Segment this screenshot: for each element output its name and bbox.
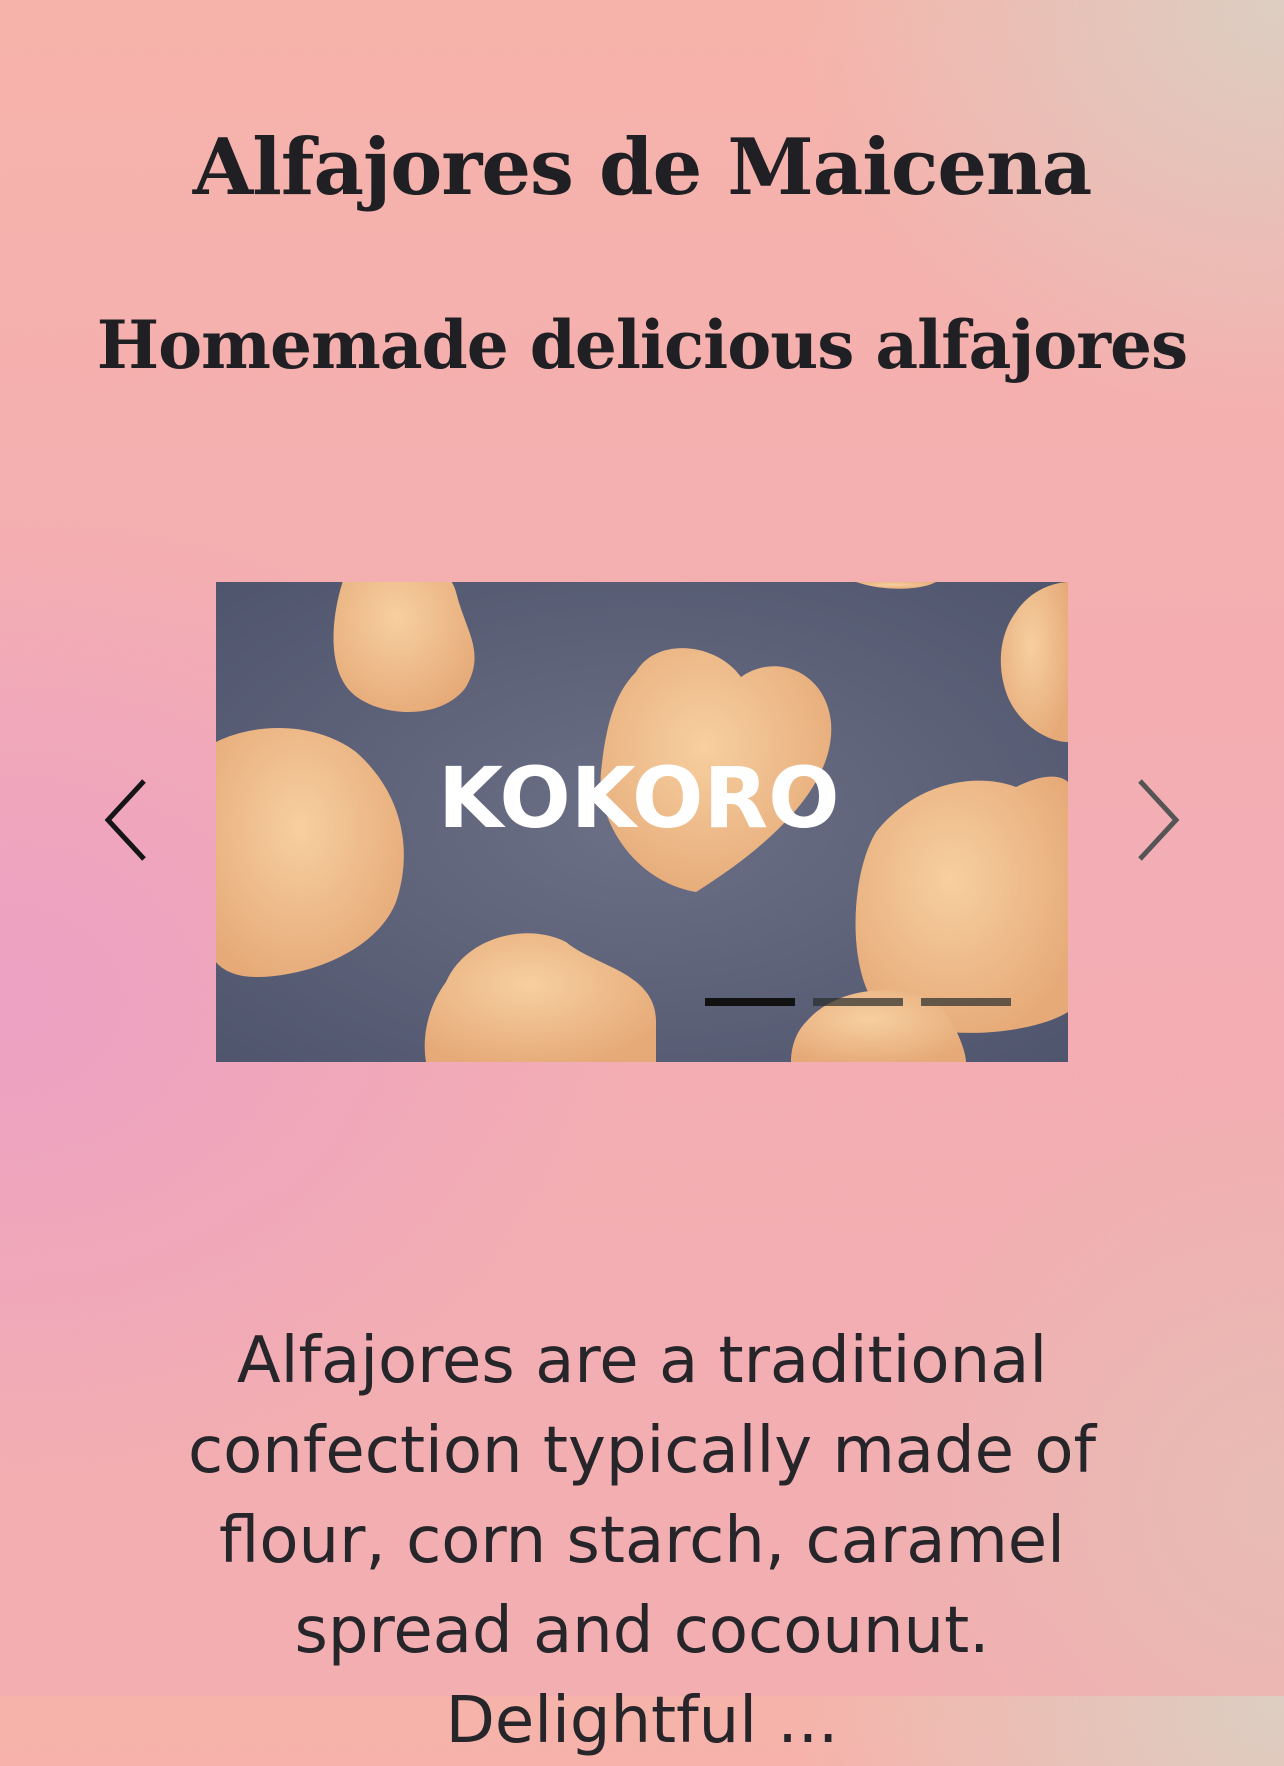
carousel-indicator-2[interactable] [813,998,903,1006]
carousel-prev-button[interactable] [98,775,158,865]
chevron-left-icon [104,779,146,861]
chevron-right-icon [1138,779,1180,861]
slide-logo: KOKORO [438,749,840,847]
image-carousel: KOKORO [0,560,1284,1080]
page-title: Alfajores de Maicena [192,122,1092,213]
description-text: Alfajores are a traditional confection t… [187,1324,1097,1758]
cookies-photo: KOKORO [216,582,1068,1062]
carousel-indicators [705,998,1011,1008]
page-subtitle: Homemade delicious alfajores [96,306,1188,384]
carousel-next-button[interactable] [1126,775,1186,865]
carousel-slide: KOKORO [216,582,1068,1062]
carousel-indicator-3[interactable] [921,998,1011,1006]
carousel-indicator-1[interactable] [705,998,795,1006]
